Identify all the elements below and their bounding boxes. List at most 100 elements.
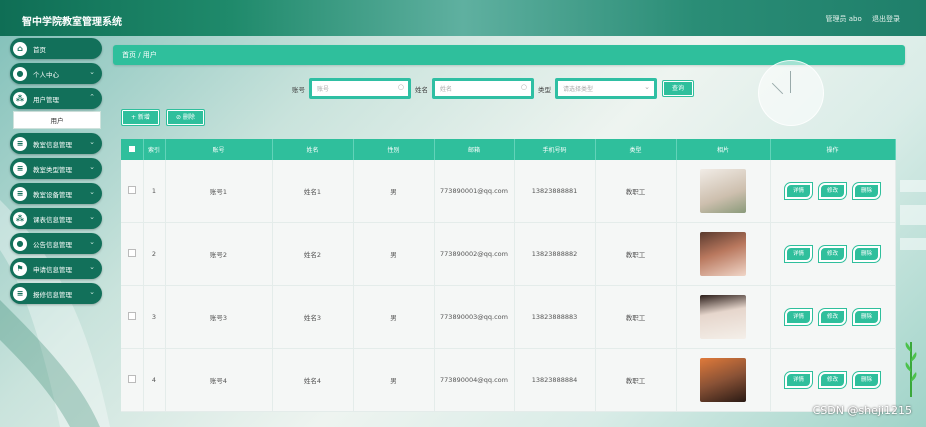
sidebar-item-announcement[interactable]: ● 公告信息管理 ⌄ [10,233,102,254]
add-button[interactable]: + 新增 [121,109,160,126]
delete-button[interactable]: ⊘ 删除 [165,109,205,126]
sidebar-item-classroom-type[interactable]: ≡ 教室类型管理 ⌄ [10,158,102,179]
column-header: 手机号码 [514,139,596,160]
grid-icon: ⁂ [13,211,27,226]
cell-ops: 详情 修改 删除 [770,285,896,349]
cell-index: 3 [143,285,166,349]
account-label: 账号 [292,85,305,94]
query-button[interactable]: 查询 [661,80,695,97]
edit-button[interactable]: 修改 [817,182,848,200]
list-icon: ≡ [13,286,27,301]
sidebar-item-classroom-info[interactable]: ≡ 教室信息管理 ⌄ [10,133,102,154]
cell-email: 773890003@qq.com [434,285,515,349]
sidebar-item-label: 用户管理 [33,95,59,104]
account-search-input[interactable]: 账号 ○ [309,78,411,99]
chevron-down-icon: ⌄ [89,68,95,76]
sidebar-item-label: 首页 [33,45,46,54]
cell-name: 姓名4 [272,348,354,412]
cell-account: 账号4 [165,348,273,412]
cell-photo [676,222,771,286]
type-placeholder: 请选择类型 [563,86,594,93]
cell-index: 2 [143,222,166,286]
column-header: 相片 [676,139,771,160]
sidebar-subitem-users[interactable]: 用户 [13,111,101,129]
chevron-down-icon: ⌄ [89,138,95,146]
name-placeholder: 姓名 [440,86,453,93]
cell-index: 1 [143,160,166,223]
row-delete-button[interactable]: 删除 [851,245,882,263]
edit-button[interactable]: 修改 [817,308,848,326]
detail-button[interactable]: 详情 [783,182,813,200]
chevron-up-icon: ⌃ [89,93,95,101]
current-user-label[interactable]: 管理员 abo [826,15,862,23]
user-photo [700,169,746,213]
chevron-down-icon: ⌄ [89,163,95,171]
column-header: 索引 [143,139,166,160]
sidebar-item-repair[interactable]: ≡ 报修信息管理 ⌄ [10,283,102,304]
person-icon: ● [13,236,27,251]
chevron-down-icon: ⌄ [89,263,95,271]
chevron-down-icon: ⌄ [89,288,95,296]
table-header-row: 索引 账号 姓名 性别 邮箱 手机号码 类型 相片 操作 [121,139,896,160]
sidebar-item-schedule[interactable]: ⁂ 课表信息管理 ⌄ [10,208,102,229]
list-icon: ≡ [13,161,27,176]
row-delete-button[interactable]: 删除 [851,182,882,200]
sidebar-item-profile[interactable]: ● 个人中心 ⌄ [10,63,102,84]
sidebar-item-user-management[interactable]: ⁂ 用户管理 ⌃ [10,88,102,109]
row-checkbox[interactable] [121,222,144,286]
account-placeholder: 账号 [317,86,330,93]
cell-photo [676,348,771,412]
row-checkbox[interactable] [121,348,144,412]
cell-name: 姓名1 [272,160,354,223]
cell-account: 账号3 [165,285,273,349]
sidebar-item-label: 个人中心 [33,70,59,79]
sidebar: ⌂ 首页 ● 个人中心 ⌄ ⁂ 用户管理 ⌃ 用户 ≡ 教室信息管理 ⌄ ≡ 教… [10,38,102,308]
cell-type: 教职工 [595,222,677,286]
cell-phone: 13823888881 [514,160,596,223]
list-icon: ≡ [13,136,27,151]
top-header: 智中学院教室管理系统 管理员 abo 退出登录 [0,0,926,36]
detail-button[interactable]: 详情 [783,371,813,389]
cell-email: 773890004@qq.com [434,348,515,412]
users-icon: ⁂ [13,91,27,106]
row-delete-button[interactable]: 删除 [851,371,882,389]
search-bar: 账号 账号 ○ 姓名 姓名 ○ 类型 请选择类型 ⌄ 查询 [288,78,695,99]
select-all-checkbox[interactable] [121,139,144,160]
cell-email: 773890001@qq.com [434,160,515,223]
cell-ops: 详情 修改 删除 [770,222,896,286]
user-icon: ● [13,66,27,81]
type-select[interactable]: 请选择类型 ⌄ [555,78,657,99]
cell-index: 4 [143,348,166,412]
sidebar-item-application[interactable]: ⚑ 申请信息管理 ⌄ [10,258,102,279]
cell-account: 账号2 [165,222,273,286]
edit-button[interactable]: 修改 [817,371,848,389]
column-header: 账号 [165,139,273,160]
edit-button[interactable]: 修改 [817,245,848,263]
detail-button[interactable]: 详情 [783,245,813,263]
column-header: 类型 [595,139,677,160]
sidebar-item-home[interactable]: ⌂ 首页 [10,38,102,59]
chevron-down-icon: ⌄ [89,188,95,196]
home-icon: ⌂ [13,41,27,56]
clock-decoration [758,60,824,126]
row-delete-button[interactable]: 删除 [851,308,882,326]
logout-link[interactable]: 退出登录 [872,15,900,23]
cell-gender: 男 [353,222,435,286]
row-checkbox[interactable] [121,285,144,349]
row-checkbox[interactable] [121,160,144,223]
sidebar-item-label: 教室设备管理 [33,190,72,199]
user-photo [700,232,746,276]
cell-phone: 13823888883 [514,285,596,349]
name-search-input[interactable]: 姓名 ○ [432,78,534,99]
cell-email: 773890002@qq.com [434,222,515,286]
cell-type: 教职工 [595,285,677,349]
column-header: 性别 [353,139,435,160]
flag-icon: ⚑ [13,261,27,276]
detail-button[interactable]: 详情 [783,308,813,326]
sidebar-item-label: 公告信息管理 [33,240,72,249]
cell-name: 姓名2 [272,222,354,286]
cell-type: 教职工 [595,160,677,223]
sidebar-item-classroom-equipment[interactable]: ≡ 教室设备管理 ⌄ [10,183,102,204]
cell-phone: 13823888884 [514,348,596,412]
table-row: 3 账号3 姓名3 男 773890003@qq.com 13823888883… [121,285,896,349]
